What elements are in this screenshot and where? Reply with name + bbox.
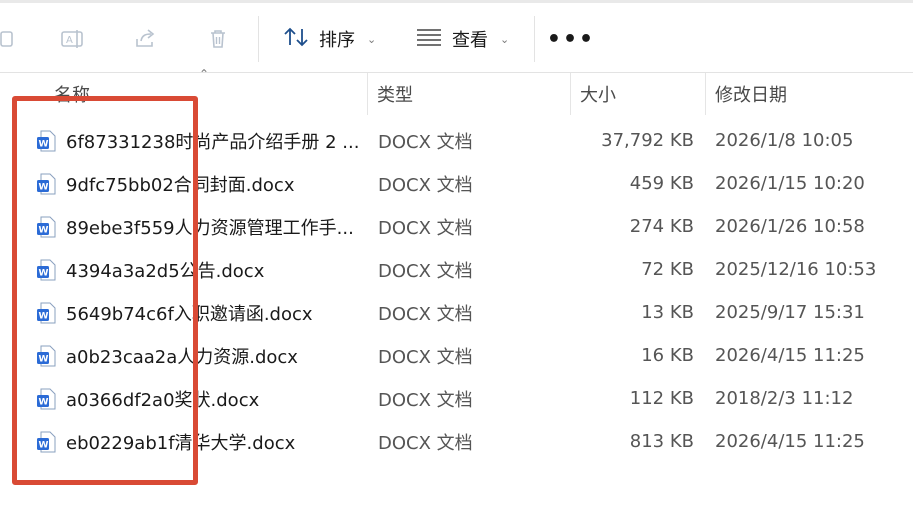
file-modified: 2025/12/16 10:53 [715,259,877,280]
file-row[interactable]: W 5649b74c6f入职邀请函.docx DOCX 文档 13 KB 202… [0,291,913,334]
toolbar-separator [534,16,535,62]
word-document-icon: W [36,259,58,281]
chevron-down-icon: ⌄ [500,32,510,46]
toolbar-top-border [0,0,913,3]
file-name: 4394a3a2d5公告.docx [66,260,265,282]
file-size: 72 KB [641,259,694,280]
word-document-icon: W [36,388,58,410]
sort-ascending-icon: ⌃ [199,67,210,81]
file-row[interactable]: W 9dfc75bb02合同封面.docx DOCX 文档 459 KB 202… [0,162,913,205]
file-type: DOCX 文档 [378,174,473,196]
svg-text:W: W [39,398,49,408]
file-modified: 2026/1/15 10:20 [715,173,865,194]
column-header-type[interactable]: 类型 [377,73,413,115]
share-icon[interactable] [131,24,161,54]
file-modified: 2026/4/15 11:25 [715,431,865,452]
file-name: eb0229ab1f清华大学.docx [66,432,296,454]
svg-text:W: W [39,355,49,365]
word-document-icon: W [36,302,58,324]
file-name: 89ebe3f559人力资源管理工作手... [66,217,354,239]
file-row[interactable]: W a0366df2a0奖状.docx DOCX 文档 112 KB 2018/… [0,377,913,420]
file-modified: 2025/9/17 15:31 [715,302,865,323]
column-header-modified[interactable]: 修改日期 [715,73,787,115]
svg-text:W: W [39,183,49,193]
view-label: 查看 [452,30,488,51]
svg-text:A: A [66,35,73,46]
sort-icon [283,25,309,54]
file-modified: 2018/2/3 11:12 [715,388,854,409]
word-document-icon: W [36,216,58,238]
file-type: DOCX 文档 [378,432,473,454]
file-size: 13 KB [641,302,694,323]
file-type: DOCX 文档 [378,346,473,368]
file-type: DOCX 文档 [378,217,473,239]
copy-icon[interactable] [0,24,22,54]
file-type: DOCX 文档 [378,389,473,411]
file-row[interactable]: W 6f87331238时尚产品介绍手册 2 ... DOCX 文档 37,79… [0,119,913,162]
word-document-icon: W [36,345,58,367]
chevron-down-icon: ⌄ [367,32,377,46]
column-divider[interactable] [367,73,368,115]
file-size: 813 KB [629,431,694,452]
word-document-icon: W [36,431,58,453]
svg-text:W: W [39,226,49,236]
more-options-button[interactable]: ••• [547,26,593,52]
rename-icon[interactable]: A [58,24,88,54]
command-bar: A 排序 ⌄ 查看 ⌄ ••• [0,0,913,73]
column-divider[interactable] [705,73,706,115]
file-size: 16 KB [641,345,694,366]
file-name: a0b23caa2a人力资源.docx [66,346,298,368]
file-name: 9dfc75bb02合同封面.docx [66,174,295,196]
file-size: 274 KB [629,216,694,237]
file-row[interactable]: W 89ebe3f559人力资源管理工作手... DOCX 文档 274 KB … [0,205,913,248]
file-name: 6f87331238时尚产品介绍手册 2 ... [66,131,360,153]
word-document-icon: W [36,130,58,152]
file-size: 459 KB [629,173,694,194]
toolbar-separator [258,16,259,62]
column-header-row: ⌃ 名称 类型 大小 修改日期 [0,67,913,115]
file-name: 5649b74c6f入职邀请函.docx [66,303,313,325]
column-header-size[interactable]: 大小 [580,73,616,115]
svg-text:W: W [39,140,49,150]
sort-button[interactable]: 排序 ⌄ [283,22,376,56]
file-name: a0366df2a0奖状.docx [66,389,260,411]
file-size: 112 KB [629,388,694,409]
file-row[interactable]: W 4394a3a2d5公告.docx DOCX 文档 72 KB 2025/1… [0,248,913,291]
delete-icon[interactable] [203,24,233,54]
file-row[interactable]: W a0b23caa2a人力资源.docx DOCX 文档 16 KB 2026… [0,334,913,377]
word-document-icon: W [36,173,58,195]
file-type: DOCX 文档 [378,260,473,282]
file-size: 37,792 KB [601,130,694,151]
view-button[interactable]: 查看 ⌄ [416,22,509,56]
sort-label: 排序 [319,30,355,51]
file-type: DOCX 文档 [378,131,473,153]
column-divider[interactable] [570,73,571,115]
svg-text:W: W [39,269,49,279]
file-modified: 2026/4/15 11:25 [715,345,865,366]
svg-text:W: W [39,312,49,322]
file-modified: 2026/1/26 10:58 [715,216,865,237]
column-header-name[interactable]: 名称 [54,73,90,115]
file-type: DOCX 文档 [378,303,473,325]
file-modified: 2026/1/8 10:05 [715,130,854,151]
view-icon [416,27,442,52]
file-row[interactable]: W eb0229ab1f清华大学.docx DOCX 文档 813 KB 202… [0,420,913,463]
svg-text:W: W [39,441,49,451]
